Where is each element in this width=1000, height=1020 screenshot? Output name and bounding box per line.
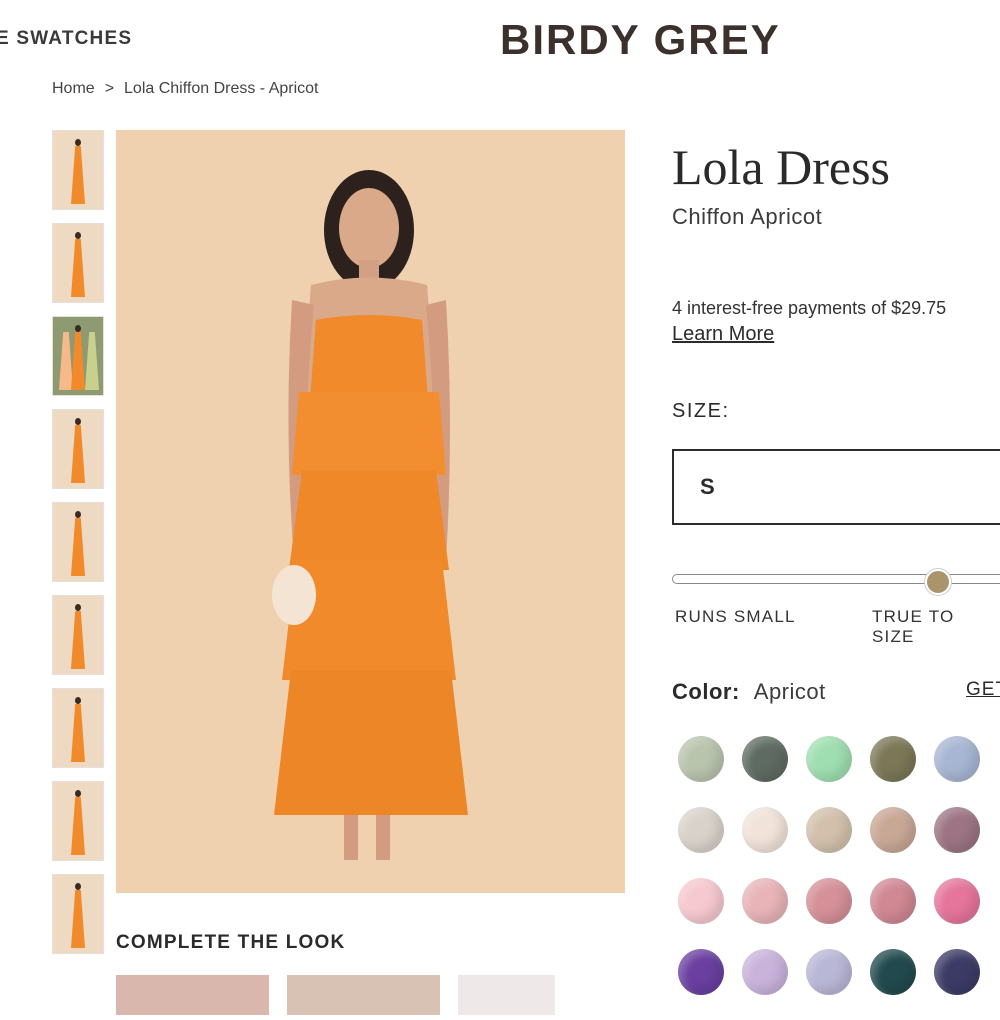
color-swatches (678, 736, 1000, 1020)
breadcrumb-home[interactable]: Home (52, 80, 95, 98)
learn-more-link[interactable]: Learn More (672, 323, 774, 346)
installments-text: 4 interest-free payments of $29.75 (672, 298, 947, 318)
color-swatch[interactable] (806, 878, 852, 924)
swatch-row (678, 807, 1000, 853)
thumbnail-4[interactable] (52, 409, 104, 489)
product-subtitle: Chiffon Apricot (672, 204, 823, 229)
swatch-row (678, 949, 1000, 995)
swatch-row (678, 878, 1000, 924)
thumbnail-2[interactable] (52, 223, 104, 303)
color-swatch[interactable] (934, 807, 980, 853)
color-swatch[interactable] (934, 949, 980, 995)
color-swatch[interactable] (806, 736, 852, 782)
thumbnail-1[interactable] (52, 130, 104, 210)
complete-the-look-item[interactable] (287, 975, 440, 1015)
fit-true-to-size-label: TRUE TO SIZE (872, 607, 955, 646)
color-swatch[interactable] (678, 807, 724, 853)
color-swatch[interactable] (678, 949, 724, 995)
fit-runs-small-label: RUNS SMALL (675, 607, 796, 626)
swatches-link[interactable]: E SWATCHES (0, 28, 132, 50)
size-label: SIZE: (672, 400, 730, 422)
color-swatch[interactable] (742, 807, 788, 853)
thumbnail-5[interactable] (52, 502, 104, 582)
color-swatch[interactable] (870, 736, 916, 782)
color-swatch[interactable] (742, 878, 788, 924)
thumbnail-9[interactable] (52, 874, 104, 954)
color-swatch[interactable] (806, 807, 852, 853)
color-label-text: Color: (672, 679, 740, 704)
complete-the-look-heading: COMPLETE THE LOOK (116, 932, 346, 953)
color-swatch[interactable] (678, 878, 724, 924)
thumbnail-8[interactable] (52, 781, 104, 861)
main-product-image[interactable] (116, 130, 625, 893)
breadcrumb-current: Lola Chiffon Dress - Apricot (124, 80, 319, 97)
brand-logo[interactable]: BIRDY GREY (500, 16, 781, 64)
color-swatch[interactable] (870, 949, 916, 995)
color-value: Apricot (753, 679, 826, 704)
thumbnail-6[interactable] (52, 595, 104, 675)
fit-scale-knob[interactable] (925, 569, 951, 595)
color-swatch[interactable] (870, 878, 916, 924)
color-label: Color: Apricot (672, 679, 826, 705)
complete-the-look-item[interactable] (458, 975, 555, 1015)
breadcrumb: Home > Lola Chiffon Dress - Apricot (52, 80, 319, 98)
get-swatches-link[interactable]: GET (966, 679, 1000, 701)
size-select[interactable]: S (672, 449, 1000, 525)
complete-the-look-items (116, 975, 555, 1015)
color-swatch[interactable] (742, 736, 788, 782)
color-swatch[interactable] (806, 949, 852, 995)
swatch-row (678, 736, 1000, 782)
thumbnail-list (52, 130, 104, 967)
thumbnail-3[interactable] (52, 316, 104, 396)
color-swatch[interactable] (934, 736, 980, 782)
complete-the-look-item[interactable] (116, 975, 269, 1015)
color-swatch[interactable] (870, 807, 916, 853)
color-swatch[interactable] (934, 878, 980, 924)
thumbnail-7[interactable] (52, 688, 104, 768)
breadcrumb-separator: > (104, 80, 115, 97)
product-title: Lola Dress (672, 139, 890, 195)
model-in-dress-illustration (116, 130, 625, 893)
color-swatch[interactable] (678, 736, 724, 782)
color-swatch[interactable] (742, 949, 788, 995)
